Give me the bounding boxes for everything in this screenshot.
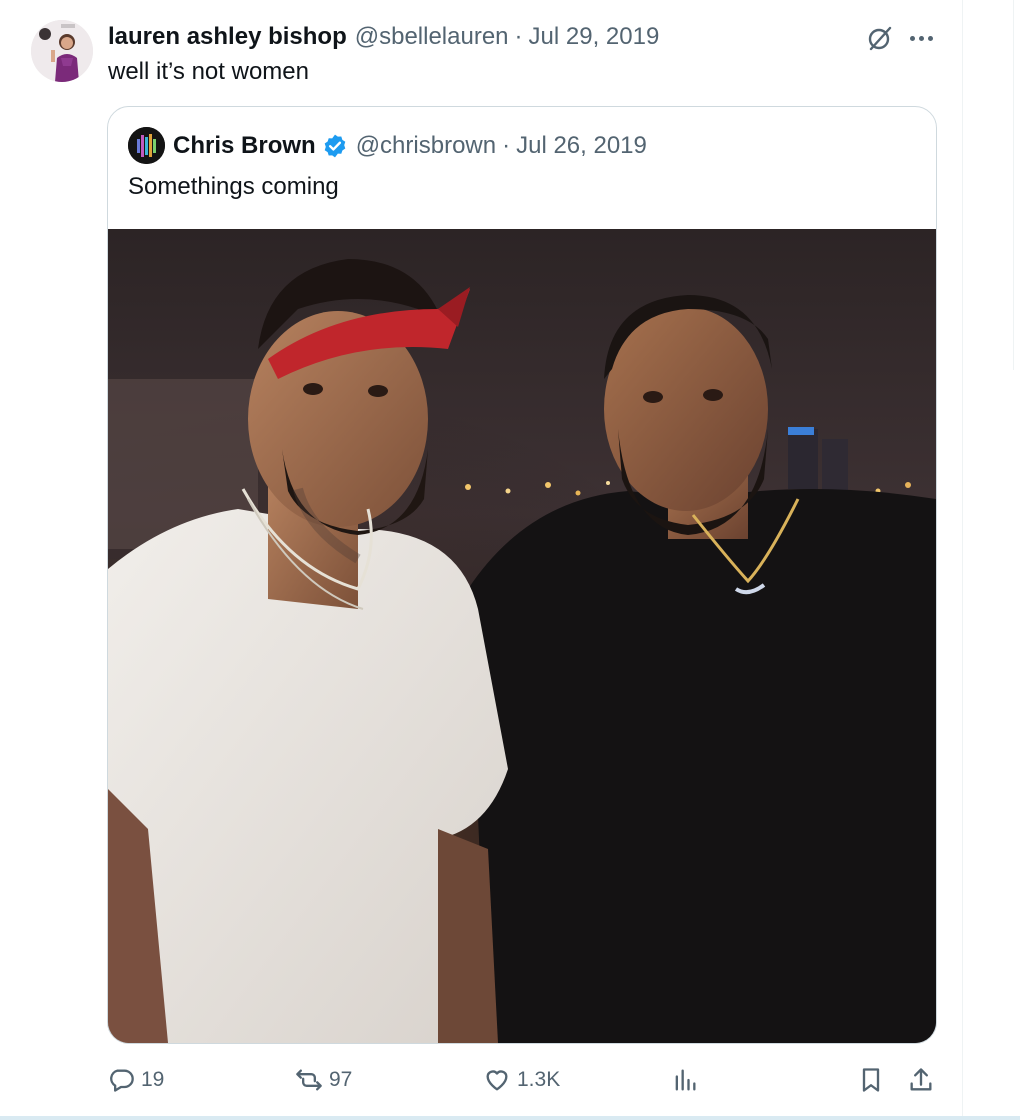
quote-header: Chris Brown @chrisbrown · Jul 26, 2019 bbox=[173, 131, 647, 161]
views-icon bbox=[675, 1069, 696, 1091]
quoted-tweet[interactable]: Chris Brown @chrisbrown · Jul 26, 2019 S… bbox=[107, 106, 937, 1044]
tweet-date[interactable]: Jul 29, 2019 bbox=[529, 23, 660, 51]
like-count: 1.3K bbox=[517, 1068, 561, 1091]
share-button[interactable] bbox=[907, 1060, 935, 1100]
quote-avatar-image bbox=[128, 127, 165, 164]
quote-date[interactable]: Jul 26, 2019 bbox=[516, 132, 647, 160]
more-icon[interactable] bbox=[904, 22, 938, 54]
quote-author-handle[interactable]: @chrisbrown bbox=[356, 132, 496, 160]
tweet[interactable]: lauren ashley bishop @sbellelauren · Jul… bbox=[0, 0, 962, 1116]
like-icon bbox=[486, 1070, 508, 1091]
repost-button[interactable]: 97 bbox=[295, 1060, 352, 1100]
author-avatar[interactable] bbox=[31, 20, 93, 82]
share-icon bbox=[910, 1068, 932, 1091]
views-button[interactable] bbox=[671, 1060, 699, 1100]
tweet-header: lauren ashley bishop @sbellelauren · Jul… bbox=[108, 22, 659, 52]
reply-button[interactable]: 19 bbox=[107, 1060, 164, 1100]
quote-author-avatar[interactable] bbox=[128, 127, 165, 164]
reply-count: 19 bbox=[141, 1068, 165, 1091]
tweet-actions: 19 97 1.3K bbox=[107, 1060, 937, 1100]
page: lauren ashley bishop @sbellelauren · Jul… bbox=[0, 0, 1020, 1120]
tweet-text: well it’s not women bbox=[108, 58, 309, 85]
like-button[interactable]: 1.3K bbox=[483, 1060, 560, 1100]
more-dot bbox=[909, 35, 915, 41]
more-dot bbox=[927, 35, 933, 41]
verified-badge-icon bbox=[324, 134, 345, 158]
quote-separator-dot: · bbox=[502, 132, 511, 159]
sidebar-edge bbox=[1013, 0, 1014, 370]
grok-icon[interactable] bbox=[864, 22, 896, 54]
more-dot bbox=[918, 35, 924, 41]
timeline-column-border bbox=[962, 0, 963, 1120]
quote-author-name[interactable]: Chris Brown bbox=[173, 132, 316, 160]
author-name[interactable]: lauren ashley bishop bbox=[108, 23, 347, 51]
quote-text: Somethings coming bbox=[128, 173, 339, 200]
bottom-divider bbox=[0, 1116, 1020, 1120]
repost-count: 97 bbox=[329, 1068, 353, 1091]
quote-media-image[interactable] bbox=[108, 229, 936, 1043]
separator-dot: · bbox=[514, 23, 523, 50]
repost-icon bbox=[296, 1069, 322, 1091]
bookmark-icon bbox=[862, 1068, 880, 1092]
author-handle[interactable]: @sbellelauren bbox=[355, 23, 509, 51]
reply-icon bbox=[110, 1069, 134, 1092]
bookmark-button[interactable] bbox=[857, 1060, 885, 1100]
avatar-image bbox=[31, 20, 93, 82]
